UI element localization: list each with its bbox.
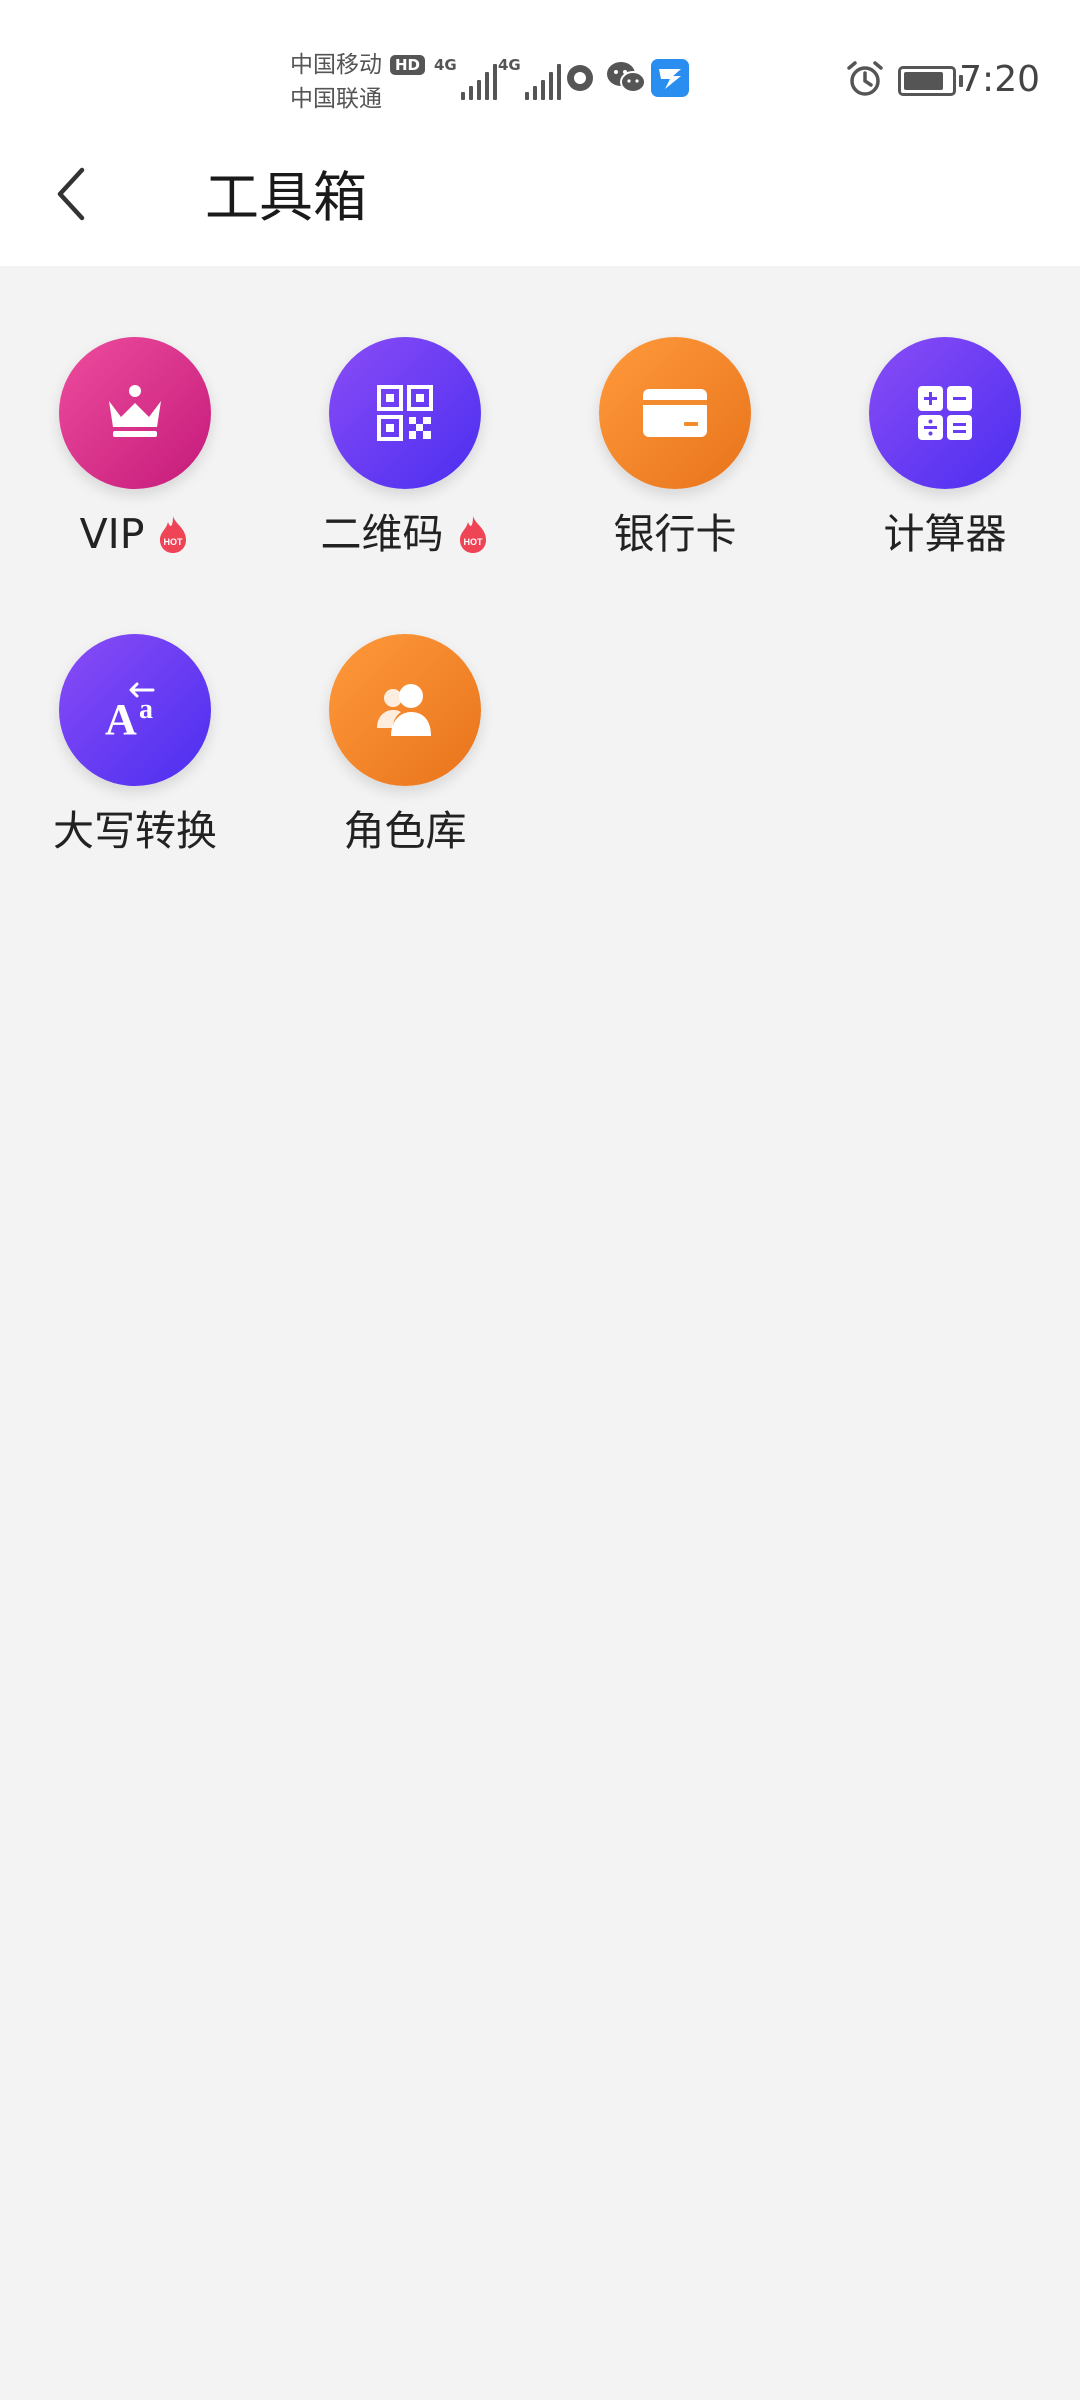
- network-type-1: 4G: [434, 56, 457, 74]
- tool-vip[interactable]: VIP HOT: [0, 266, 270, 558]
- tool-role-library-label-wrap: 角色库: [270, 803, 540, 859]
- wechat-icon: [606, 60, 646, 100]
- hd-badge: HD: [390, 55, 426, 75]
- chevron-left-icon: [57, 167, 85, 221]
- tool-label: VIP: [79, 510, 145, 558]
- hot-badge-icon: HOT: [160, 516, 187, 553]
- bank-card-icon: [643, 389, 707, 437]
- carrier-name-1: 中国移动: [290, 52, 382, 78]
- crown-icon: [109, 385, 161, 437]
- notification-dot-icon: [565, 63, 595, 97]
- tool-label: 计算器: [883, 510, 1007, 558]
- signal-1: 4G: [434, 56, 501, 100]
- calculator-icon: [918, 386, 972, 440]
- tool-calculator-label-wrap: 计算器: [810, 506, 1080, 562]
- qr-code-icon: [377, 385, 433, 441]
- tool-qr-circle: [329, 337, 481, 489]
- tool-role-library[interactable]: 角色库: [270, 563, 540, 855]
- users-icon: [377, 684, 431, 736]
- page-title: 工具箱: [205, 166, 367, 229]
- tool-qr-label-wrap: 二维码 HOT: [270, 506, 540, 562]
- title-bar: 工具箱: [0, 150, 1080, 266]
- status-time: 7:20: [959, 59, 1040, 100]
- svg-text:HOT: HOT: [164, 537, 184, 547]
- tool-label: 角色库: [343, 807, 467, 855]
- alarm-icon: [846, 60, 884, 102]
- back-button[interactable]: [40, 162, 104, 226]
- svg-text:a: a: [139, 694, 153, 725]
- network-type-2: 4G: [498, 56, 521, 74]
- tool-bank-card-label-wrap: 银行卡: [540, 506, 810, 562]
- tool-vip-circle: [59, 337, 211, 489]
- tool-calculator-circle: [869, 337, 1021, 489]
- battery-icon: [898, 66, 963, 96]
- hot-badge-icon: HOT: [459, 516, 486, 553]
- tool-bank-card-circle: [599, 337, 751, 489]
- status-bar: 中国移动 HD 中国联通 4G 4G 7:20: [0, 0, 1080, 150]
- tool-calculator[interactable]: 计算器: [810, 266, 1080, 558]
- tool-bank-card[interactable]: 银行卡: [540, 266, 810, 558]
- battery-level: [904, 72, 944, 90]
- tool-case-convert-label-wrap: 大写转换: [0, 803, 270, 859]
- tool-label: 大写转换: [53, 807, 217, 855]
- svg-text:A: A: [105, 695, 137, 742]
- signal-2: 4G: [498, 56, 565, 100]
- tool-case-convert[interactable]: A a 大写转换: [0, 563, 270, 855]
- app-notification-icon: [651, 59, 689, 101]
- tool-label: 银行卡: [613, 510, 737, 558]
- tool-vip-label-wrap: VIP HOT: [0, 506, 270, 562]
- signal-bars-2-icon: [524, 62, 565, 100]
- case-convert-icon: A a: [105, 682, 155, 742]
- tool-role-library-circle: [329, 634, 481, 786]
- carrier-name-2: 中国联通: [290, 86, 382, 112]
- carrier-info: 中国移动 HD 中国联通: [290, 48, 426, 116]
- tool-qr-code[interactable]: 二维码 HOT: [270, 266, 540, 558]
- tool-label: 二维码: [320, 510, 444, 558]
- signal-bars-1-icon: [460, 62, 501, 100]
- tool-case-convert-circle: A a: [59, 634, 211, 786]
- svg-text:HOT: HOT: [463, 537, 483, 547]
